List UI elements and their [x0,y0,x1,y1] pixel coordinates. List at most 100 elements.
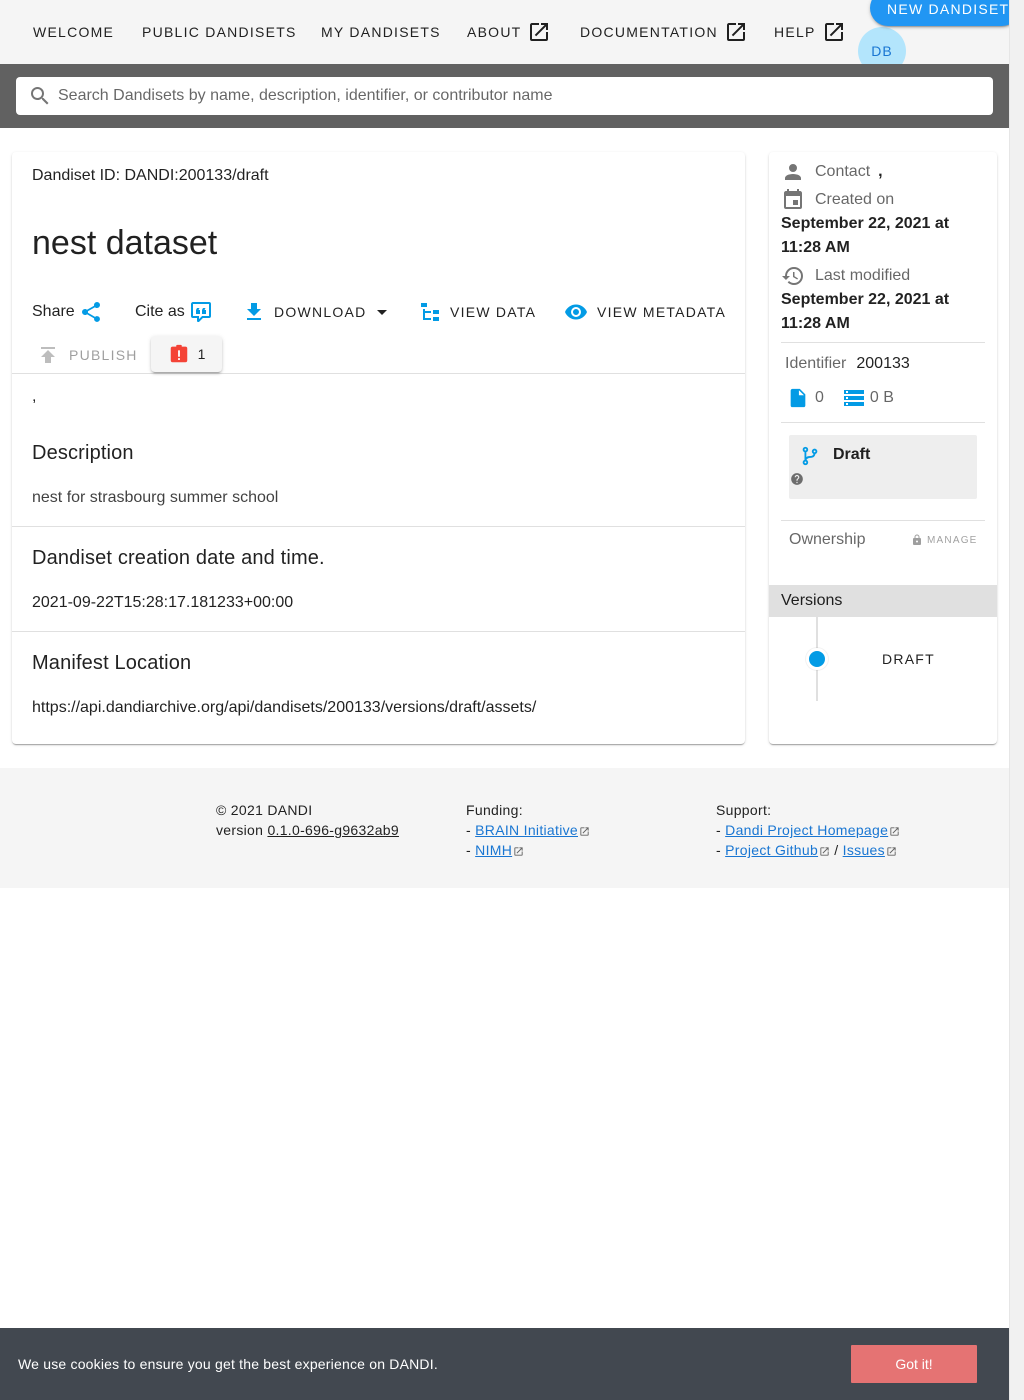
brain-initiative-link[interactable]: BRAIN Initiative [475,822,578,838]
footer-version-prefix: version [216,822,264,838]
format-quote-icon [190,302,211,322]
scrollbar[interactable] [1009,0,1024,1400]
view-metadata-label: VIEW METADATA [597,304,727,320]
project-github-link[interactable]: Project Github [725,842,818,858]
manifest-location-text: https://api.dandiarchive.org/api/dandise… [32,699,537,716]
divider [12,526,745,527]
footer-version[interactable]: 0.1.0-696-g9632ab9 [267,822,399,838]
external-link-icon [890,827,899,836]
external-link-icon [580,827,589,836]
version-status-label: Draft [833,446,871,463]
lock-icon [913,534,921,545]
created-row: Created on [781,188,894,212]
contributors-line: , [32,388,37,405]
dandiset-side-card: Contact , Created on September 22, 2021 … [769,152,997,744]
footer-funding-col: Funding: - BRAIN Initiative - NIMH [466,800,590,860]
issues-link[interactable]: Issues [843,842,885,858]
modified-row: Last modified [781,264,910,288]
dandiset-title: nest dataset [32,224,218,262]
view-data-label: VIEW DATA [450,304,537,320]
nav-about[interactable]: ABOUT [467,18,551,46]
validation-count: 1 [197,346,206,362]
nav-welcome-label: WELCOME [33,24,115,40]
file-tree-icon [421,303,439,321]
nav-documentation-label: DOCUMENTATION [580,24,718,40]
identifier-row: Identifier 200133 [785,355,910,373]
divider [781,342,985,343]
share-button[interactable]: Share [32,300,103,324]
versions-header: Versions [769,585,997,617]
help-circle-icon[interactable] [790,472,804,486]
identifier-value: 200133 [856,355,910,372]
nav-public-dandisets[interactable]: PUBLIC DANDISETS [142,18,297,46]
version-status-box: Draft [789,435,977,499]
cookie-message: We use cookies to ensure you get the bes… [18,1356,438,1372]
alert-box-icon [170,344,187,363]
dandiset-main-card: Dandiset ID: DANDI:200133/draft nest dat… [12,152,745,744]
open-in-new-icon [726,23,745,41]
divider [781,520,985,521]
version-draft-button[interactable]: DRAFT [882,651,935,667]
nav-help[interactable]: HELP [774,18,846,46]
section-title-description: Description [32,442,134,464]
eye-icon [565,304,587,320]
share-icon [81,302,100,322]
open-in-new-icon [530,23,549,41]
view-data-button[interactable]: VIEW DATA [418,300,536,324]
dandiset-size: 0 B [869,389,894,406]
publish-icon [41,347,55,363]
version-timeline-dot [806,648,828,670]
footer-support-col: Support: - Dandi Project Homepage - Proj… [716,800,900,860]
modified-label: Last modified [815,267,911,284]
creation-date-text: 2021-09-22T15:28:17.181233+00:00 [32,594,294,611]
avatar-initials: DB [871,43,893,59]
nav-about-label: ABOUT [467,24,522,40]
identifier-label: Identifier [785,355,847,372]
nimh-link[interactable]: NIMH [475,842,512,858]
view-metadata-button[interactable]: VIEW METADATA [564,300,726,324]
footer-copyright: © 2021 DANDI [216,802,313,818]
modified-value: September 22, 2021 at 11:28 AM [781,291,950,332]
ownership-label: Ownership [789,531,866,548]
contact-label: Contact [815,163,871,180]
cite-as-button[interactable]: Cite as [135,300,213,324]
cookie-banner: We use cookies to ensure you get the bes… [0,1328,1009,1400]
history-icon [782,267,803,285]
cookie-accept-button[interactable]: Got it! [851,1345,977,1383]
search-input[interactable] [58,87,958,105]
stats-row: 0 0 B [787,386,894,410]
search-icon [31,87,49,105]
download-button[interactable]: DOWNLOAD [242,300,394,324]
manage-label: MANAGE [927,534,978,546]
new-dandiset-label: NEW DANDISET [887,1,1010,17]
dandiset-id: Dandiset ID: DANDI:200133/draft [32,167,269,184]
divider [12,631,745,632]
publish-button[interactable]: PUBLISH [36,343,138,367]
footer-funding-label: Funding: [466,802,523,818]
divider [781,422,985,423]
download-icon [247,303,261,320]
nav-documentation[interactable]: DOCUMENTATION [580,18,748,46]
validation-errors-button[interactable]: 1 [151,336,222,372]
new-dandiset-button[interactable]: NEW DANDISET [870,0,1020,26]
search-band [0,64,1009,128]
footer-support-label: Support: [716,802,772,818]
publish-label: PUBLISH [69,347,138,363]
external-link-icon [887,847,896,856]
download-label: DOWNLOAD [274,304,367,320]
footer-version-line: version 0.1.0-696-g9632ab9 [216,820,399,840]
account-icon [785,164,801,180]
nav-my-dandisets[interactable]: MY DANDISETS [321,18,441,46]
dandi-homepage-link[interactable]: Dandi Project Homepage [725,822,888,838]
manage-ownership-button[interactable]: MANAGE [911,534,978,546]
file-count: 0 [815,389,824,406]
open-in-new-icon [824,23,843,41]
nav-help-label: HELP [774,24,816,40]
nav-public-dandisets-label: PUBLIC DANDISETS [142,24,297,40]
page: WELCOME PUBLIC DANDISETS MY DANDISETS AB… [0,0,1009,1400]
storage-icon [843,390,864,406]
external-link-icon [820,847,829,856]
nav-welcome[interactable]: WELCOME [33,18,114,46]
footer-copyright-col: © 2021 DANDI version 0.1.0-696-g9632ab9 [216,800,399,840]
external-link-icon [514,847,523,856]
